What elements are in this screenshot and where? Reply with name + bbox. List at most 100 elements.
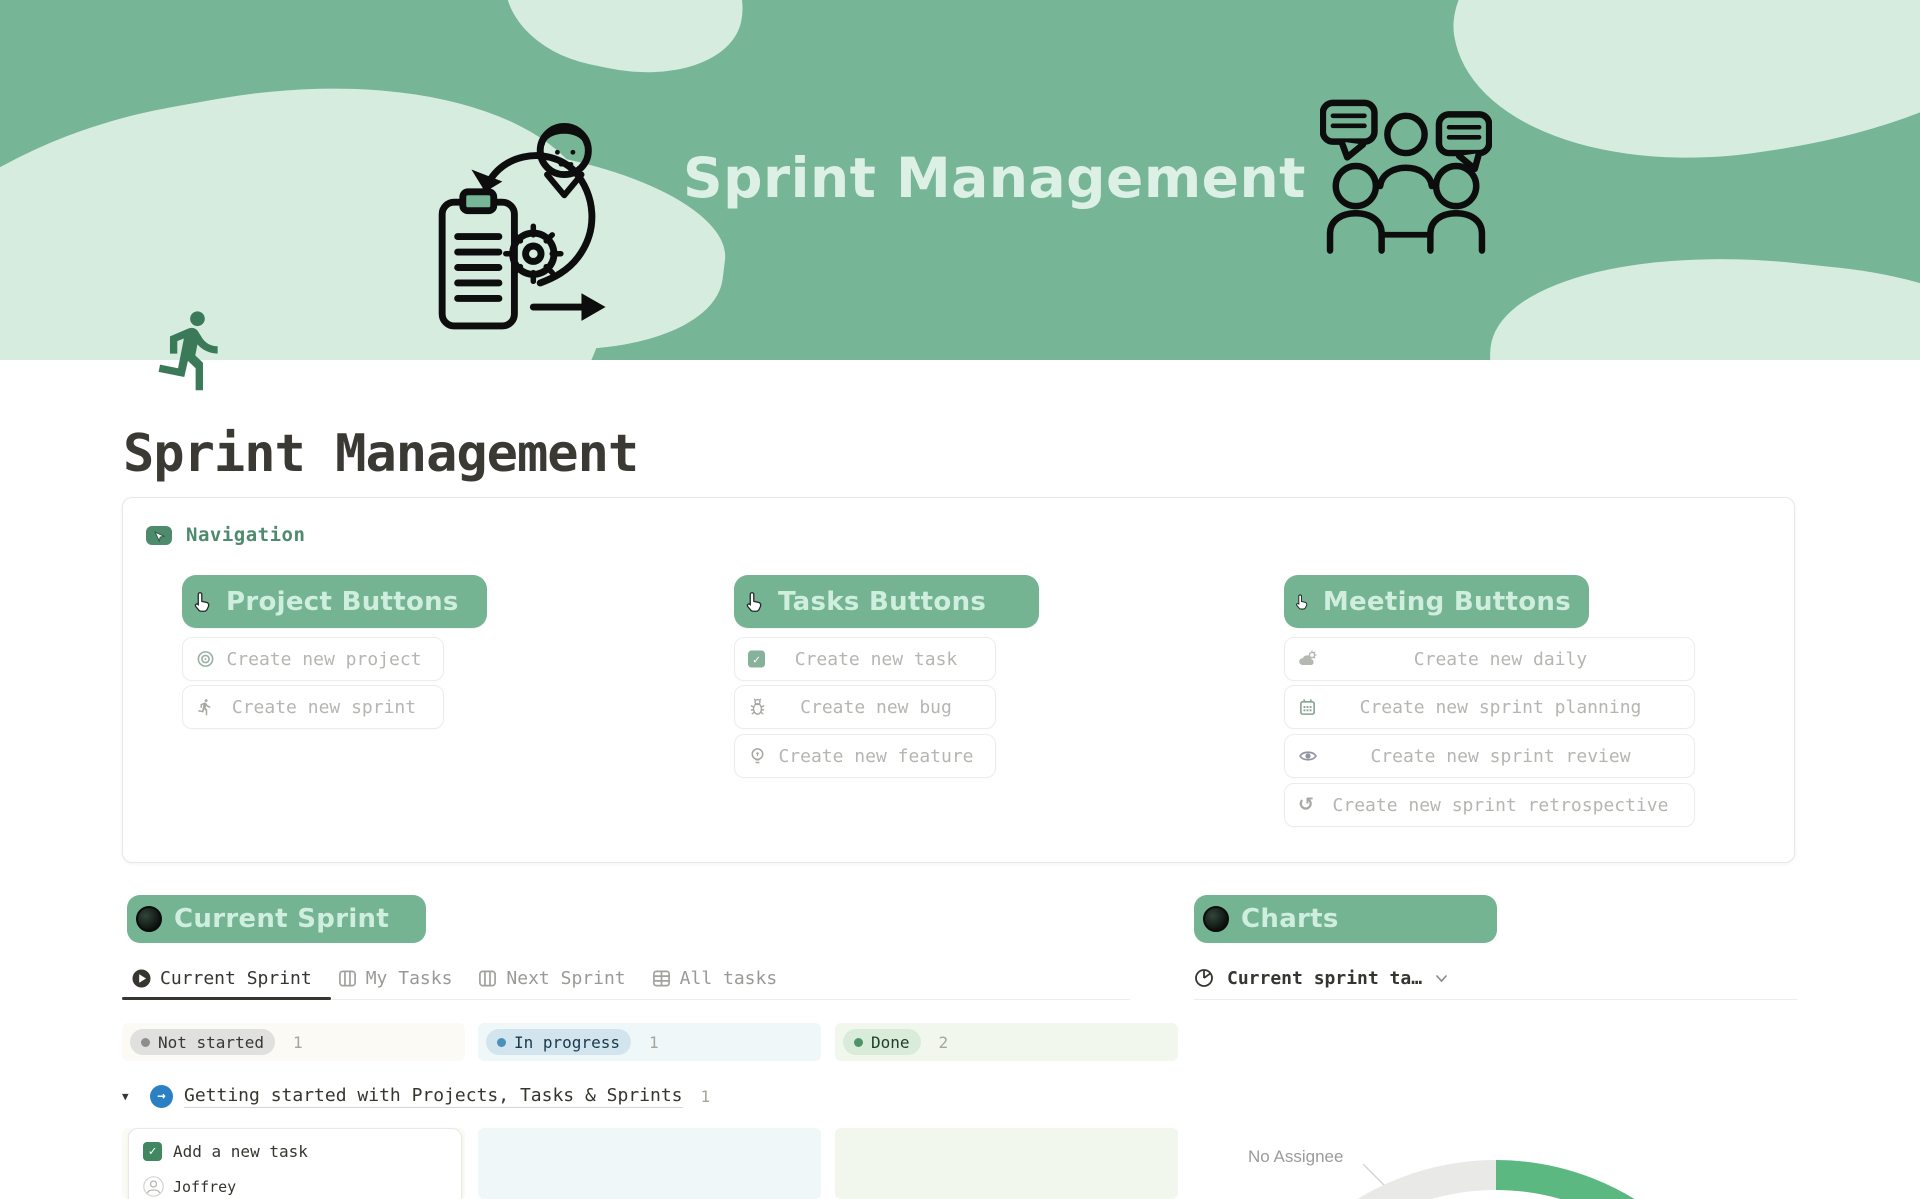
create-new-project-button[interactable]: Create new project <box>182 637 444 681</box>
collapse-triangle-icon[interactable]: ▼ <box>122 1090 144 1103</box>
bug-icon <box>748 698 767 717</box>
sprint-group-title[interactable]: Getting started with Projects, Tasks & S… <box>184 1085 683 1108</box>
charts-pill[interactable]: Charts <box>1194 895 1497 943</box>
tab-current-sprint[interactable]: Current Sprint <box>132 968 312 989</box>
tab-label: My Tasks <box>366 968 453 989</box>
meeting-buttons-pill[interactable]: Meeting Buttons <box>1284 575 1589 628</box>
board-icon <box>478 969 497 988</box>
board-icon <box>338 969 357 988</box>
status-label: Not started <box>158 1033 264 1052</box>
pill-label: Meeting Buttons <box>1323 587 1571 617</box>
create-new-sprint-button[interactable]: Create new sprint <box>182 685 444 729</box>
column-count: 1 <box>293 1033 303 1052</box>
tab-label: Current Sprint <box>160 968 312 989</box>
banner-blob <box>1432 0 1920 197</box>
create-new-sprint-planning-button[interactable]: Create new sprint planning <box>1284 685 1695 729</box>
sprint-cycle-illustration-icon <box>437 112 609 337</box>
page-cover-banner: Sprint Management <box>0 0 1920 360</box>
chart-divider <box>1194 999 1797 1000</box>
status-label: Done <box>871 1033 910 1052</box>
status-pill-not-started[interactable]: Not started <box>130 1029 275 1055</box>
column-header-not-started: Not started 1 <box>122 1023 465 1061</box>
status-dot <box>497 1038 506 1047</box>
donut-green-segment <box>1246 1175 1746 1199</box>
task-title: Add a new task <box>173 1142 308 1161</box>
column-header-in-progress: In progress 1 <box>478 1023 821 1061</box>
hand-cursor-icon <box>1294 590 1311 614</box>
pill-label: Project Buttons <box>226 587 459 617</box>
black-circle-icon <box>1203 906 1229 932</box>
column-header-done: Done 2 <box>835 1023 1178 1061</box>
status-dot <box>854 1038 863 1047</box>
button-label: Create new feature <box>756 746 973 767</box>
meeting-illustration-icon <box>1320 95 1492 257</box>
status-label: In progress <box>514 1033 620 1052</box>
undo-icon: ↺ <box>1298 796 1314 815</box>
hand-cursor-icon <box>192 590 214 614</box>
banner-blob <box>1477 232 1920 360</box>
column-body-in-progress <box>478 1128 821 1199</box>
create-new-daily-button[interactable]: Create new daily <box>1284 637 1695 681</box>
column-body-done <box>835 1128 1178 1199</box>
getting-started-icon: → <box>150 1085 173 1108</box>
banner-title: Sprint Management <box>683 146 1306 210</box>
navigation-section-label: Navigation <box>186 524 305 546</box>
bulb-icon <box>748 747 767 766</box>
sun-cloud-icon <box>1298 649 1318 669</box>
tab-all-tasks[interactable]: All tasks <box>652 968 778 989</box>
status-pill-done[interactable]: Done <box>843 1029 921 1055</box>
assignee-donut-chart <box>1180 1128 1860 1199</box>
play-circle-icon <box>132 969 151 988</box>
active-tab-underline <box>122 997 331 1000</box>
target-icon <box>196 650 215 669</box>
status-pill-in-progress[interactable]: In progress <box>486 1029 631 1055</box>
chart-view-title: Current sprint ta… <box>1227 968 1422 989</box>
navigation-card: Navigation Project Buttons Create new pr… <box>122 497 1795 863</box>
task-card[interactable]: ✓ Add a new task Joffrey <box>128 1128 462 1199</box>
avatar-person-icon <box>143 1176 164 1197</box>
black-circle-icon <box>136 906 162 932</box>
button-label: Create new task <box>773 649 958 670</box>
sprint-group-count: 1 <box>701 1087 711 1106</box>
task-checkbox[interactable]: ✓ <box>143 1142 162 1161</box>
pill-label: Current Sprint <box>174 904 389 934</box>
tab-next-sprint[interactable]: Next Sprint <box>478 968 625 989</box>
button-cursor-icon <box>146 526 172 545</box>
tab-label: All tasks <box>680 968 778 989</box>
tab-label: Next Sprint <box>506 968 625 989</box>
pie-chart-icon <box>1194 968 1214 988</box>
page-title: Sprint Management <box>123 424 638 484</box>
create-new-bug-button[interactable]: Create new bug <box>734 685 996 729</box>
hand-cursor-icon <box>744 590 766 614</box>
button-label: Create new project <box>204 649 421 670</box>
column-count: 1 <box>649 1033 659 1052</box>
eye-icon <box>1298 746 1318 766</box>
tab-my-tasks[interactable]: My Tasks <box>338 968 453 989</box>
current-sprint-pill[interactable]: Current Sprint <box>127 895 426 943</box>
button-label: Create new sprint review <box>1348 746 1630 767</box>
sprint-group-row: ▼ → Getting started with Projects, Tasks… <box>122 1076 710 1116</box>
create-new-sprint-review-button[interactable]: Create new sprint review <box>1284 734 1695 778</box>
runner-icon <box>196 698 214 716</box>
button-label: Create new bug <box>778 697 952 718</box>
create-new-task-button[interactable]: ✓ Create new task <box>734 637 996 681</box>
status-dot <box>141 1038 150 1047</box>
button-label: Create new sprint retrospective <box>1311 795 1669 816</box>
table-icon <box>652 969 671 988</box>
calendar-icon <box>1298 698 1317 717</box>
tasks-buttons-pill[interactable]: Tasks Buttons <box>734 575 1039 628</box>
chart-view-selector[interactable]: Current sprint ta… <box>1194 961 1448 995</box>
pill-label: Tasks Buttons <box>778 587 986 617</box>
pill-label: Charts <box>1241 904 1339 934</box>
button-label: Create new daily <box>1392 649 1587 670</box>
checkbox-icon: ✓ <box>748 651 765 668</box>
chevron-down-icon <box>1435 974 1448 983</box>
project-buttons-pill[interactable]: Project Buttons <box>182 575 487 628</box>
create-new-feature-button[interactable]: Create new feature <box>734 734 996 778</box>
column-count: 2 <box>939 1033 949 1052</box>
button-label: Create new sprint <box>210 697 416 718</box>
banner-blob <box>491 0 759 93</box>
create-new-sprint-retrospective-button[interactable]: ↺ Create new sprint retrospective <box>1284 783 1695 827</box>
button-label: Create new sprint planning <box>1338 697 1642 718</box>
assignee-name: Joffrey <box>173 1178 236 1196</box>
